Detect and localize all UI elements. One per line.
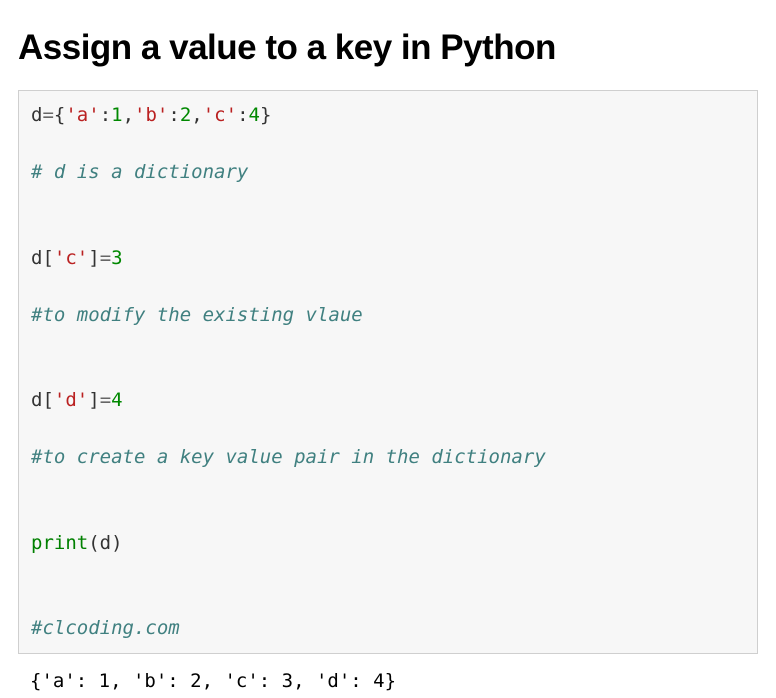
code-line-4-comment: #to modify the existing vlaue: [31, 301, 745, 330]
tok-op: =: [42, 104, 53, 126]
tok-num: 4: [111, 389, 122, 411]
code-line-5: d['d']=4: [31, 386, 745, 415]
tok-str: 'c': [54, 247, 88, 269]
tok-punct: ,: [191, 104, 202, 126]
tok-op: =: [100, 247, 111, 269]
code-line-6-comment: #to create a key value pair in the dicti…: [31, 443, 745, 472]
tok-punct: ,: [123, 104, 134, 126]
code-block: d={'a':1,'b':2,'c':4} # d is a dictionar…: [18, 90, 758, 654]
tok-punct: (: [88, 532, 99, 554]
code-line-8-comment: #clcoding.com: [31, 614, 745, 643]
tok-num: 3: [111, 247, 122, 269]
tok-num: 1: [111, 104, 122, 126]
tok-str: 'c': [203, 104, 237, 126]
tok-num: 4: [249, 104, 260, 126]
tok-name: d: [31, 104, 42, 126]
code-line-2-comment: # d is a dictionary: [31, 158, 745, 187]
tok-punct: [: [42, 389, 53, 411]
tok-punct: :: [100, 104, 111, 126]
tok-punct: :: [237, 104, 248, 126]
tok-str: 'b': [134, 104, 168, 126]
tok-name: d: [31, 247, 42, 269]
code-line-3: d['c']=3: [31, 244, 745, 273]
tok-punct: ): [111, 532, 122, 554]
tok-name: d: [100, 532, 111, 554]
tok-punct: [: [42, 247, 53, 269]
output-block: {'a': 1, 'b': 2, 'c': 3, 'd': 4}: [18, 664, 758, 698]
code-line-1: d={'a':1,'b':2,'c':4}: [31, 101, 745, 130]
page-title: Assign a value to a key in Python: [18, 28, 758, 68]
code-line-7: print(d): [31, 529, 745, 558]
tok-name: d: [31, 389, 42, 411]
tok-builtin: print: [31, 532, 88, 554]
tok-num: 2: [180, 104, 191, 126]
tok-punct: ]: [88, 247, 99, 269]
tok-punct: }: [260, 104, 271, 126]
tok-punct: {: [54, 104, 65, 126]
tok-op: =: [100, 389, 111, 411]
tok-str: 'a': [65, 104, 99, 126]
tok-str: 'd': [54, 389, 88, 411]
tok-punct: :: [168, 104, 179, 126]
tok-punct: ]: [88, 389, 99, 411]
